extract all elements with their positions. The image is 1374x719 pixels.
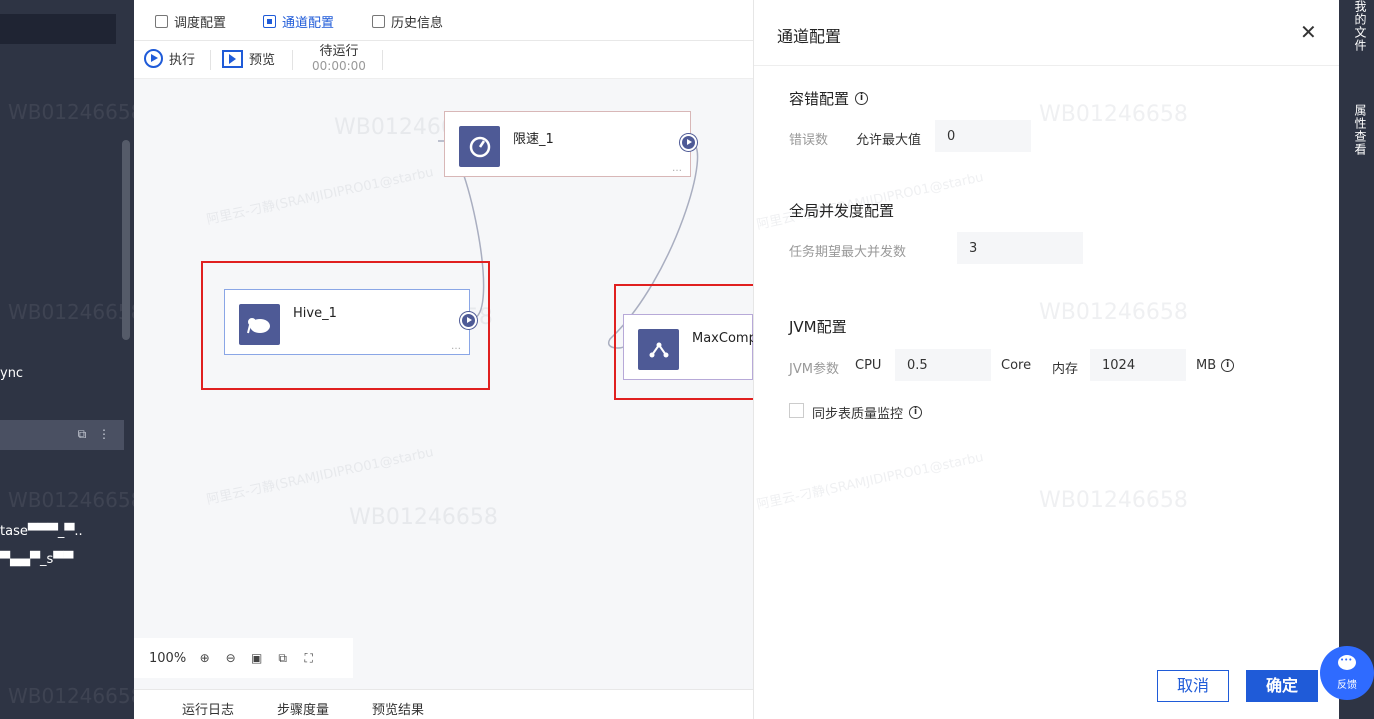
history-icon bbox=[372, 15, 385, 28]
info-icon[interactable]: i bbox=[909, 406, 923, 419]
my-files-tab[interactable]: 我的文件 bbox=[1352, 0, 1369, 52]
divider bbox=[292, 50, 293, 70]
divider bbox=[382, 50, 383, 70]
chat-bubble-icon bbox=[1338, 655, 1356, 670]
tab-label: 通道配置 bbox=[282, 16, 335, 31]
cpu-unit: Core bbox=[1001, 358, 1032, 373]
watermark: WB01246658 bbox=[8, 488, 134, 512]
sidebar-selected-row[interactable]: ⧉ ⋮ bbox=[0, 420, 124, 450]
layout-icon[interactable]: ⧉ bbox=[275, 651, 290, 666]
node-label: 限速_1 bbox=[513, 132, 554, 147]
sync-quality-text: 同步表质量监控 bbox=[812, 407, 904, 422]
fit-icon[interactable]: ▣ bbox=[249, 651, 264, 666]
info-icon[interactable]: i bbox=[1221, 359, 1235, 372]
channel-config-panel: 通道配置 ✕ WB01246658 WB01246658 WB01246658 … bbox=[753, 0, 1340, 719]
preview-icon bbox=[222, 49, 243, 68]
fullscreen-icon[interactable]: ⛶ bbox=[301, 651, 316, 666]
error-count-label: 错误数 bbox=[789, 133, 829, 148]
channel-config-icon bbox=[263, 15, 276, 28]
zoom-level: 100% bbox=[149, 650, 187, 666]
memory-input[interactable] bbox=[1090, 349, 1186, 381]
watermark: WB01246658 bbox=[8, 684, 134, 708]
row-action-icons[interactable]: ⧉ ⋮ bbox=[78, 427, 114, 442]
panel-header: 通道配置 ✕ bbox=[754, 0, 1340, 66]
tab-history[interactable]: 历史信息 bbox=[372, 12, 443, 31]
more-icon[interactable]: … bbox=[672, 163, 682, 174]
tab-step-metrics[interactable]: 步骤度量 bbox=[277, 699, 329, 718]
tab-schedule-config[interactable]: 调度配置 bbox=[155, 12, 226, 31]
bottom-tabs: 运行日志 步骤度量 预览结果 bbox=[134, 689, 753, 719]
sidebar-top-bar[interactable] bbox=[0, 14, 116, 44]
output-port-icon[interactable] bbox=[680, 134, 697, 151]
tab-label: 历史信息 bbox=[391, 16, 444, 31]
tab-label: 调度配置 bbox=[174, 16, 227, 31]
zoom-bar: 100% ⊕ ⊖ ▣ ⧉ ⛶ bbox=[134, 638, 353, 678]
zoom-in-icon[interactable]: ⊕ bbox=[197, 651, 212, 666]
section-label: JVM配置 bbox=[789, 318, 847, 336]
allow-max-label: 允许最大值 bbox=[856, 133, 922, 148]
zoom-out-icon[interactable]: ⊖ bbox=[223, 651, 238, 666]
watermark: WB01246658 bbox=[1039, 300, 1188, 325]
cpu-label: CPU bbox=[855, 358, 882, 373]
schedule-config-icon bbox=[155, 15, 168, 28]
cancel-button[interactable]: 取消 bbox=[1157, 670, 1229, 702]
status-time: 00:00:00 bbox=[312, 59, 366, 73]
concurrency-title: 全局并发度配置 bbox=[789, 200, 894, 221]
run-label: 执行 bbox=[169, 53, 196, 68]
flow-canvas[interactable]: 调度配置 通道配置 历史信息 执行 预览 待运行 00:00:00 WB0124… bbox=[134, 0, 760, 719]
divider bbox=[210, 50, 211, 70]
tab-run-log[interactable]: 运行日志 bbox=[182, 699, 234, 718]
sidebar-scrollbar[interactable] bbox=[122, 140, 130, 340]
run-button[interactable]: 执行 bbox=[144, 49, 195, 68]
watermark: WB01246658 bbox=[1039, 102, 1188, 127]
highlight-box bbox=[201, 261, 490, 390]
jvm-param-label: JVM参数 bbox=[789, 362, 839, 377]
tab-preview-result[interactable]: 预览结果 bbox=[372, 699, 424, 718]
run-status: 待运行 00:00:00 bbox=[312, 44, 366, 74]
memory-unit-label: MB bbox=[1196, 358, 1217, 373]
canvas-toolbar: 执行 预览 待运行 00:00:00 bbox=[134, 41, 753, 79]
sidebar-item[interactable]: ync bbox=[0, 366, 23, 381]
properties-tab[interactable]: 属性查看 bbox=[1352, 104, 1369, 156]
panel-title: 通道配置 bbox=[777, 27, 842, 46]
memory-label: 内存 bbox=[1052, 362, 1079, 377]
status-label: 待运行 bbox=[319, 44, 359, 59]
tab-channel-config[interactable]: 通道配置 bbox=[263, 12, 334, 31]
feedback-label: 反馈 bbox=[1337, 680, 1357, 691]
watermark: WB01246658 bbox=[8, 100, 134, 124]
node-limit[interactable]: 限速_1 … bbox=[444, 111, 697, 177]
section-label: 全局并发度配置 bbox=[789, 202, 895, 220]
play-icon bbox=[144, 49, 163, 68]
preview-button[interactable]: 预览 bbox=[222, 49, 275, 68]
watermark: WB01246658 bbox=[1039, 488, 1188, 513]
confirm-button[interactable]: 确定 bbox=[1246, 670, 1318, 702]
expected-concurrency-label: 任务期望最大并发数 bbox=[789, 245, 907, 260]
left-sidebar: WB01246658 WB01246658 WB01246658 WB01246… bbox=[0, 0, 134, 719]
sidebar-item[interactable]: tase▀▀▀_▀.. bbox=[0, 524, 83, 539]
sidebar-item[interactable]: ▀▄▄▀_s▀▀ bbox=[0, 552, 73, 567]
preview-label: 预览 bbox=[249, 53, 276, 68]
allow-max-input[interactable] bbox=[935, 120, 1031, 152]
right-side-strip: 我的文件 属性查看 bbox=[1339, 0, 1374, 719]
fault-tolerance-title: 容错配置 i bbox=[789, 88, 869, 109]
watermark: WB01246658 bbox=[8, 300, 134, 324]
cpu-input[interactable] bbox=[895, 349, 991, 381]
memory-unit: MB i bbox=[1196, 358, 1235, 373]
jvm-title: JVM配置 bbox=[789, 316, 847, 337]
sync-quality-label: 同步表质量监控 i bbox=[812, 403, 923, 422]
sync-quality-checkbox[interactable] bbox=[789, 403, 804, 418]
speed-gauge-icon bbox=[459, 126, 500, 167]
highlight-box bbox=[614, 284, 760, 400]
watermark: 阿里云-刁静(SRAMJIDIPRO01@starbu bbox=[755, 450, 985, 513]
feedback-button[interactable]: 反馈 bbox=[1320, 646, 1374, 700]
close-icon[interactable]: ✕ bbox=[1300, 20, 1317, 44]
config-tabbar: 调度配置 通道配置 历史信息 bbox=[134, 0, 753, 41]
info-icon[interactable]: i bbox=[855, 92, 869, 105]
expected-concurrency-input[interactable] bbox=[957, 232, 1083, 264]
section-label: 容错配置 bbox=[789, 90, 850, 108]
